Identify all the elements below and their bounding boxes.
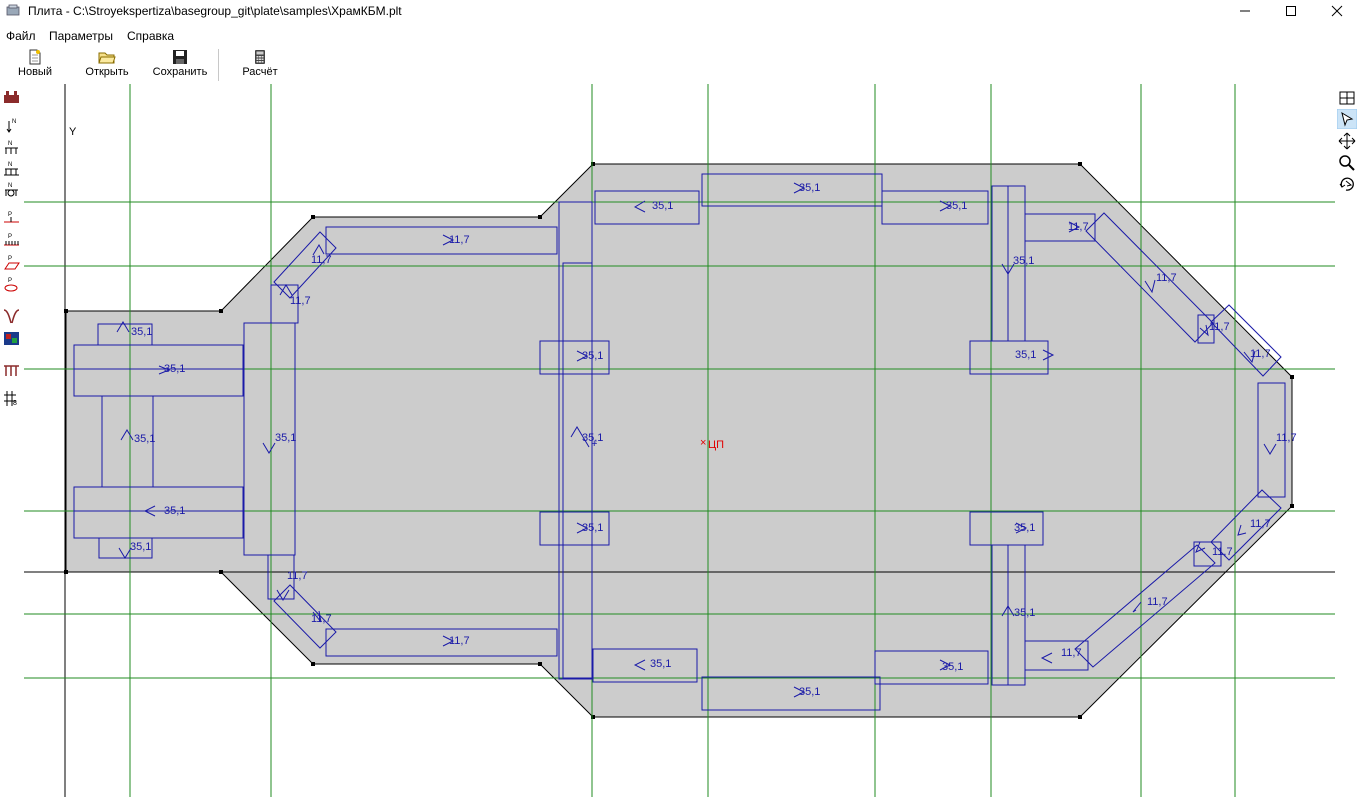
center-mark: × [700, 437, 706, 449]
close-icon [1331, 5, 1343, 17]
load-label: 11,7 [1250, 518, 1271, 530]
grid-icon[interactable]: 8 [3, 390, 20, 407]
save-icon [173, 50, 187, 64]
supports-icon[interactable] [3, 362, 20, 379]
svg-text:N: N [12, 119, 16, 125]
load-label: 11,7 [1212, 546, 1233, 558]
app-icon [6, 4, 20, 16]
move-icon[interactable] [1337, 131, 1357, 151]
new-file-icon [29, 49, 41, 65]
load-label: 35,1 [799, 182, 820, 194]
load-label: 35,1 [275, 432, 296, 444]
svg-text:N: N [8, 162, 12, 168]
save-label: Сохранить [152, 66, 208, 78]
spring-icon[interactable] [3, 308, 20, 325]
minimize-icon [1240, 10, 1250, 12]
toolbar-separator [218, 49, 219, 81]
load-label: 11,7 [311, 254, 332, 266]
maximize-icon [1286, 6, 1296, 16]
load-label: 11,7 [311, 613, 332, 625]
calc-button[interactable]: Расчёт [238, 48, 282, 83]
menu-params[interactable]: Параметры [49, 29, 113, 43]
force-p-line2-icon[interactable]: P [3, 232, 20, 249]
maximize-button[interactable] [1268, 0, 1314, 22]
calc-label: Расчёт [242, 66, 278, 78]
force-n-group2-icon[interactable]: N [3, 160, 20, 177]
force-p-area-icon[interactable]: P [3, 254, 20, 271]
minimize-button[interactable] [1222, 0, 1268, 22]
plate-drawing: Y 35,1 35,1 35,1 35,1 35,1 35,1 11,7 11,… [24, 84, 1335, 797]
menu-file[interactable]: Файл [6, 29, 36, 43]
new-button[interactable]: Новый [14, 48, 56, 83]
load-label: 11,7 [1061, 647, 1082, 659]
zoom-icon[interactable] [1337, 153, 1357, 173]
save-button[interactable]: Сохранить [151, 48, 209, 83]
load-label: 11,7 [449, 234, 470, 246]
svg-text:P: P [8, 278, 12, 284]
center-label: ЦП [708, 439, 724, 451]
load-label: 35,1 [130, 541, 151, 553]
load-label: 35,1 [1014, 522, 1035, 534]
svg-text:P: P [8, 256, 12, 262]
load-label: 35,1 [799, 686, 820, 698]
toolbar: Новый Открыть Сохранить Расчёт [0, 45, 1359, 85]
load-label: + [591, 438, 597, 450]
load-label: 11,7 [287, 570, 308, 582]
load-label: 35,1 [650, 658, 671, 670]
load-label: 11,7 [1156, 272, 1177, 284]
load-label: 35,1 [652, 200, 673, 212]
plate-icon[interactable] [3, 89, 20, 106]
menu-bar: Файл Параметры Справка [0, 26, 1359, 46]
force-p-circle-icon[interactable]: P [3, 276, 20, 293]
svg-text:N: N [8, 141, 12, 147]
load-label: 11,7 [1276, 432, 1297, 444]
rotate-icon[interactable] [1337, 174, 1357, 194]
window-title: Плита - C:\Stroyekspertiza\basegroup_git… [28, 4, 402, 18]
svg-text:N: N [8, 183, 12, 189]
load-label: 35,1 [134, 433, 155, 445]
load-label: 35,1 [942, 661, 963, 673]
svg-text:8: 8 [13, 400, 17, 407]
close-button[interactable] [1314, 0, 1359, 22]
force-p-line-icon[interactable]: P [3, 210, 20, 227]
open-button[interactable]: Открыть [83, 48, 131, 83]
left-toolbar: N N N N P P P P 8 [0, 84, 24, 797]
load-label: 11,7 [1068, 221, 1089, 233]
plate-shape [65, 163, 1293, 718]
load-label: 35,1 [164, 363, 185, 375]
load-label: 35,1 [582, 350, 603, 362]
force-n-group-icon[interactable]: N [3, 139, 20, 156]
title-bar: Плита - C:\Stroyekspertiza\basegroup_git… [0, 0, 1359, 22]
load-label: 11,7 [290, 295, 311, 307]
load-label: 35,1 [1015, 349, 1036, 361]
load-label: 11,7 [1147, 596, 1168, 608]
load-label: 35,1 [131, 326, 152, 338]
load-label: 35,1 [164, 505, 185, 517]
load-label: 11,7 [449, 635, 470, 647]
colormap-icon[interactable] [3, 330, 20, 347]
load-label: 11,7 [1209, 321, 1230, 333]
drawing-canvas[interactable]: Y 35,1 35,1 35,1 35,1 35,1 35,1 11,7 11,… [24, 84, 1335, 797]
force-n-group3-icon[interactable]: N [3, 181, 20, 198]
new-label: Новый [18, 66, 52, 78]
pointer-icon[interactable] [1337, 109, 1357, 129]
axis-y-label: Y [69, 126, 77, 138]
calculator-icon [255, 50, 265, 64]
load-label: 35,1 [582, 522, 603, 534]
load-label: 35,1 [946, 200, 967, 212]
load-label: 35,1 [1013, 255, 1034, 267]
load-label: 11,7 [1250, 348, 1271, 360]
force-n-icon[interactable]: N [3, 117, 20, 134]
load-label: 35,1 [1014, 607, 1035, 619]
svg-text:P: P [8, 234, 12, 240]
menu-help[interactable]: Справка [127, 29, 174, 43]
open-folder-icon [98, 52, 116, 64]
grid-toggle-icon[interactable] [1337, 88, 1357, 108]
open-label: Открыть [85, 66, 129, 78]
